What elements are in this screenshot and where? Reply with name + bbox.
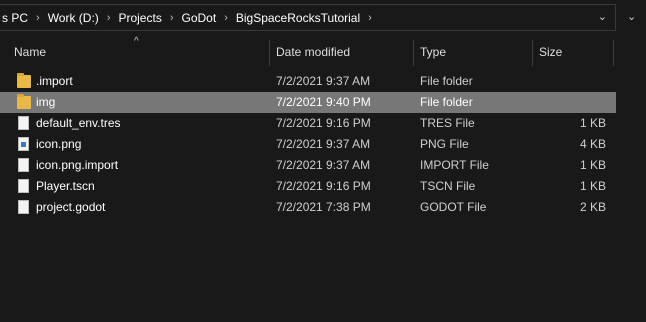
file-date-modified: 7/2/2021 9:37 AM bbox=[276, 158, 371, 172]
chevron-down-icon[interactable]: ⌄ bbox=[627, 10, 636, 23]
column-divider[interactable] bbox=[613, 40, 614, 66]
file-type: IMPORT File bbox=[420, 158, 489, 172]
file-row-icon-png[interactable]: icon.png 7/2/2021 9:37 AM PNG File 4 KB bbox=[0, 134, 616, 155]
folder-icon bbox=[17, 94, 31, 110]
image-file-icon bbox=[17, 137, 31, 152]
file-type: TSCN File bbox=[420, 179, 476, 193]
file-name: img bbox=[36, 95, 56, 109]
file-date-modified: 7/2/2021 9:37 AM bbox=[276, 137, 371, 151]
file-list: .import 7/2/2021 9:37 AM File folder img… bbox=[0, 71, 616, 218]
file-date-modified: 7/2/2021 9:37 AM bbox=[276, 74, 371, 88]
file-row-default-env[interactable]: default_env.tres 7/2/2021 9:16 PM TRES F… bbox=[0, 113, 616, 134]
file-type: PNG File bbox=[420, 137, 469, 151]
column-header-date-modified[interactable]: Date modified bbox=[270, 38, 414, 66]
breadcrumb-this-pc[interactable]: s PC bbox=[0, 11, 30, 25]
file-size: 2 KB bbox=[579, 200, 606, 214]
file-name: default_env.tres bbox=[36, 116, 121, 130]
file-date-modified: 7/2/2021 7:38 PM bbox=[276, 200, 371, 214]
file-name: icon.png.import bbox=[36, 158, 119, 172]
file-row-icon-png-import[interactable]: icon.png.import 7/2/2021 9:37 AM IMPORT … bbox=[0, 155, 616, 176]
file-name: Player.tscn bbox=[36, 179, 95, 193]
chevron-right-icon[interactable]: › bbox=[30, 12, 46, 24]
file-size: 1 KB bbox=[579, 116, 606, 130]
folder-icon bbox=[17, 73, 31, 89]
file-name: .import bbox=[36, 74, 73, 88]
breadcrumb-godot[interactable]: GoDot bbox=[180, 11, 219, 25]
file-date-modified: 7/2/2021 9:16 PM bbox=[276, 116, 371, 130]
file-date-modified: 7/2/2021 9:16 PM bbox=[276, 179, 371, 193]
column-header-size[interactable]: Size bbox=[533, 38, 613, 66]
file-row-img-folder[interactable]: img 7/2/2021 9:40 PM File folder bbox=[0, 92, 616, 113]
breadcrumb-work-drive[interactable]: Work (D:) bbox=[46, 11, 101, 25]
breadcrumb-projects[interactable]: Projects bbox=[116, 11, 163, 25]
chevron-right-icon[interactable]: › bbox=[164, 12, 180, 24]
file-icon bbox=[17, 158, 31, 173]
address-bar[interactable]: s PC › Work (D:) › Projects › GoDot › Bi… bbox=[0, 4, 616, 31]
file-icon bbox=[17, 116, 31, 131]
file-icon bbox=[17, 200, 31, 215]
file-type: GODOT File bbox=[420, 200, 487, 214]
file-row-player-tscn[interactable]: Player.tscn 7/2/2021 9:16 PM TSCN File 1… bbox=[0, 176, 616, 197]
file-row-project-godot[interactable]: project.godot 7/2/2021 7:38 PM GODOT Fil… bbox=[0, 197, 616, 218]
chevron-right-icon[interactable]: › bbox=[362, 12, 378, 24]
column-header-name[interactable]: Name bbox=[8, 38, 270, 66]
file-name: project.godot bbox=[36, 200, 106, 214]
file-size: 1 KB bbox=[579, 179, 606, 193]
chevron-right-icon[interactable]: › bbox=[218, 12, 234, 24]
file-date-modified: 7/2/2021 9:40 PM bbox=[276, 95, 371, 109]
file-type: File folder bbox=[420, 74, 473, 88]
file-size: 1 KB bbox=[579, 158, 606, 172]
file-type: TRES File bbox=[420, 116, 475, 130]
file-icon bbox=[17, 179, 31, 194]
column-header-type[interactable]: Type bbox=[414, 38, 532, 66]
file-type: File folder bbox=[420, 95, 473, 109]
address-history-dropdown-icon[interactable]: ⌄ bbox=[598, 10, 607, 23]
column-header: ^ Name Date modified Type Size bbox=[0, 36, 614, 66]
file-size: 4 KB bbox=[579, 137, 606, 151]
file-name: icon.png bbox=[36, 137, 82, 151]
file-row-import-folder[interactable]: .import 7/2/2021 9:37 AM File folder bbox=[0, 71, 616, 92]
chevron-right-icon[interactable]: › bbox=[101, 12, 117, 24]
breadcrumb-current-folder[interactable]: BigSpaceRocksTutorial bbox=[234, 11, 362, 25]
